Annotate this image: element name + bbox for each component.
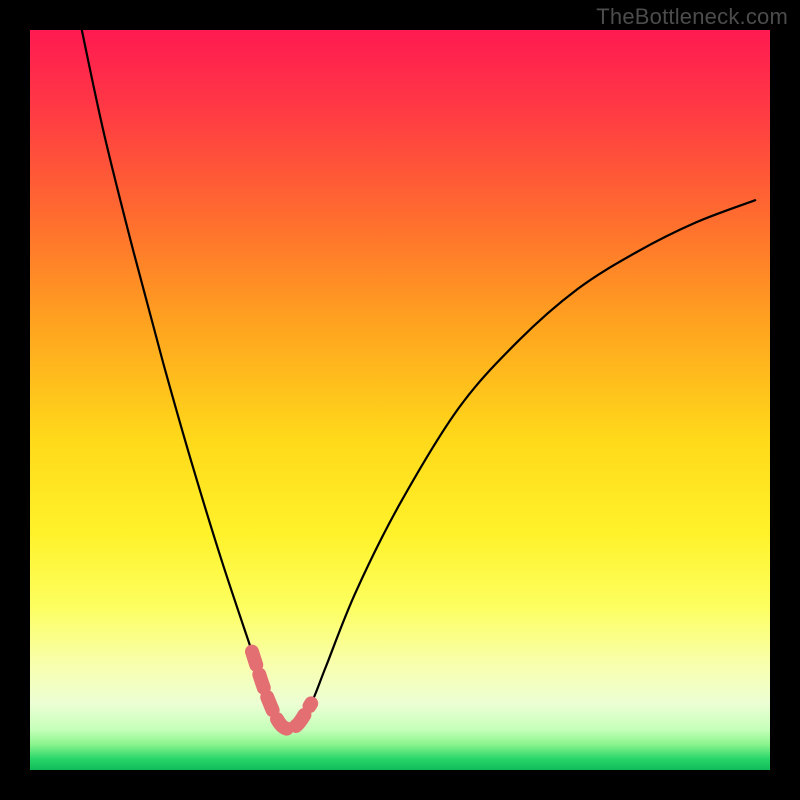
chart-frame: TheBottleneck.com [0, 0, 800, 800]
watermark-text: TheBottleneck.com [596, 4, 788, 30]
bottleneck-curve [30, 30, 770, 770]
plot-area [30, 30, 770, 770]
